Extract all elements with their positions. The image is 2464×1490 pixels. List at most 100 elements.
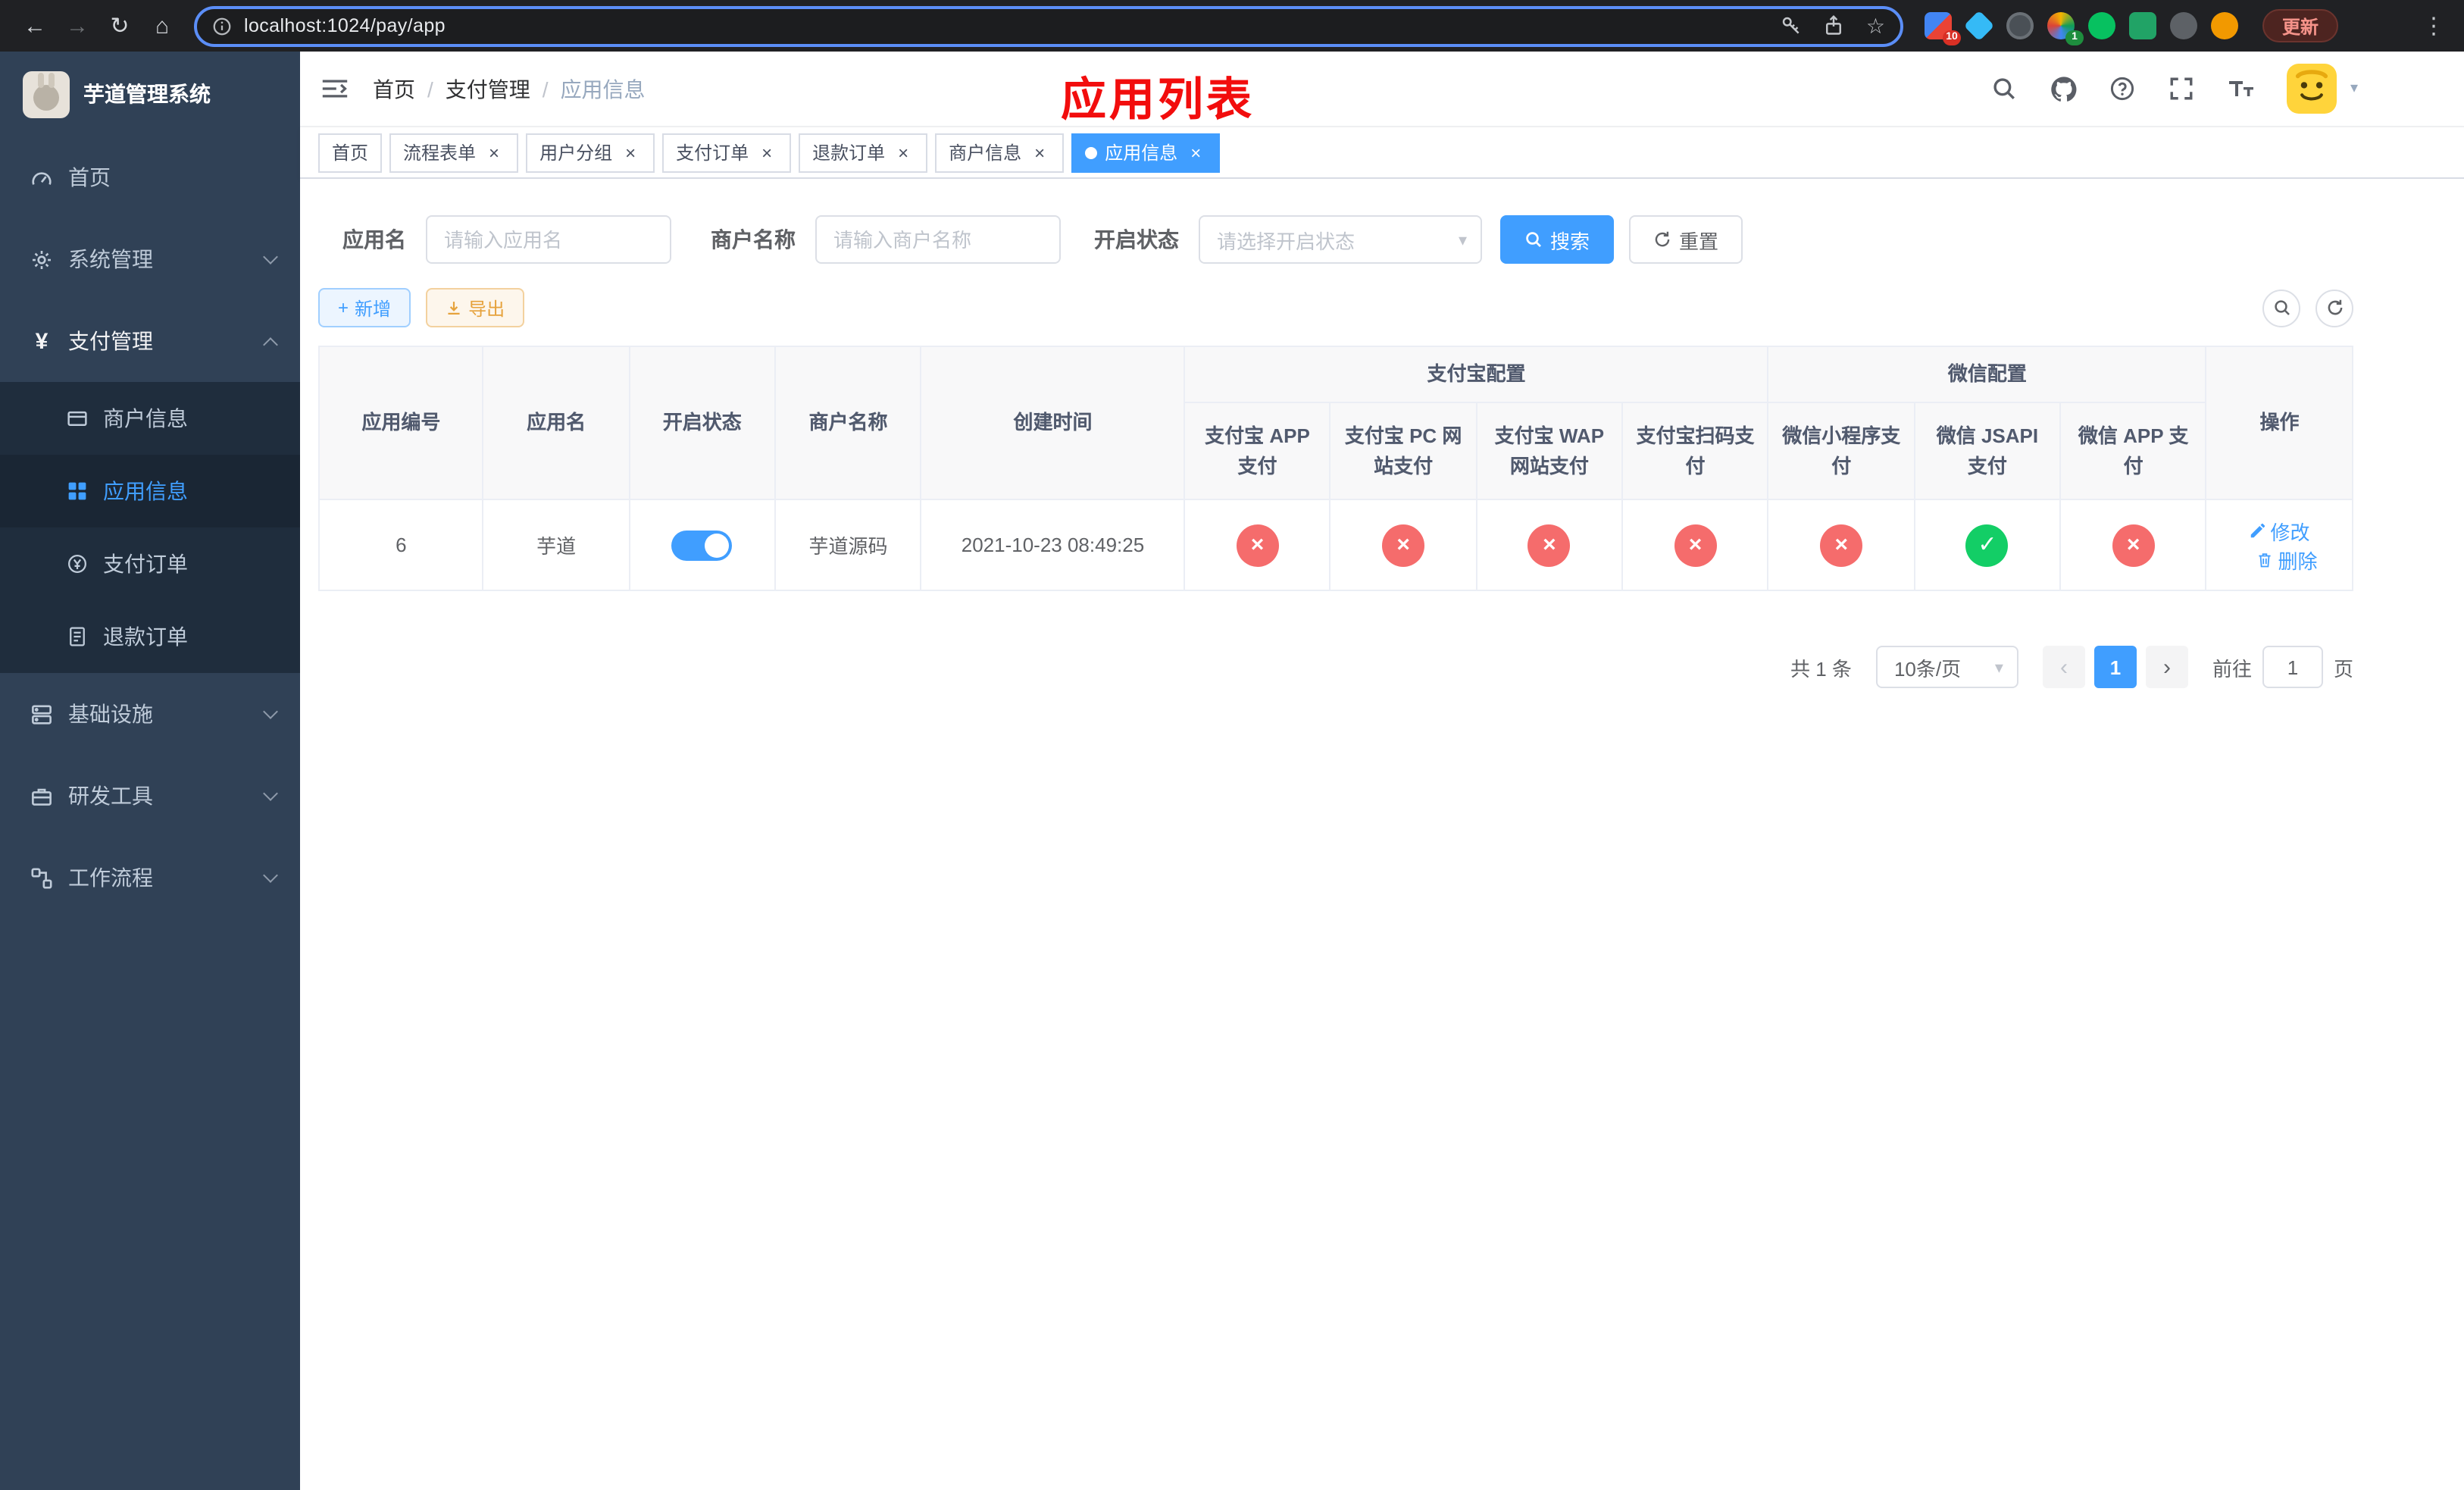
app-table: 应用编号 应用名 开启状态 商户名称 创建时间 支付宝配置 微信配置 操作 支付… [317, 346, 2353, 591]
header-search-icon[interactable] [1991, 75, 2018, 102]
sidebar-item-system[interactable]: 系统管理 [0, 218, 300, 300]
reset-button[interactable]: 重置 [1629, 215, 1743, 264]
sidebar-item-label: 支付管理 [68, 329, 153, 353]
bookmark-star-icon[interactable]: ☆ [1866, 13, 1885, 39]
status-select[interactable]: 请选择开启状态 ▾ [1199, 215, 1482, 264]
tab-home[interactable]: 首页 [318, 133, 383, 172]
site-info-icon[interactable] [212, 16, 232, 36]
alipay-wap-status-icon: × [1527, 524, 1571, 566]
cell-merchant: 芋道源码 [774, 499, 922, 591]
merchant-name-input[interactable] [815, 215, 1061, 264]
user-avatar[interactable] [2286, 64, 2337, 114]
extension-icon-avatar[interactable]: 1 [2047, 12, 2084, 45]
tab-close-icon[interactable]: × [483, 142, 505, 163]
tab-merchant-info[interactable]: 商户信息 × [935, 133, 1065, 172]
breadcrumb-home[interactable]: 首页 [373, 74, 415, 104]
export-button[interactable]: 导出 [426, 288, 525, 327]
add-button[interactable]: + 新增 [318, 288, 411, 327]
browser-reload-button[interactable]: ↻ [100, 6, 139, 45]
top-navbar: 首页 / 支付管理 / 应用信息 ▾ [300, 52, 2464, 127]
url-text[interactable]: localhost:1024/pay/app [244, 15, 1760, 36]
sidebar-toggle-button[interactable] [300, 52, 370, 126]
grid-icon [68, 482, 86, 500]
browser-home-button[interactable]: ⌂ [142, 6, 182, 45]
sidebar-item-order[interactable]: 支付订单 [0, 527, 300, 600]
address-bar[interactable]: localhost:1024/pay/app ☆ [194, 5, 1903, 46]
cell-status [628, 499, 777, 591]
tab-pay-order[interactable]: 支付订单 × [662, 133, 792, 172]
logo-image [23, 70, 70, 117]
sidebar-item-pay[interactable]: ¥ 支付管理 [0, 300, 300, 382]
sidebar-item-refund[interactable]: 退款订单 [0, 600, 300, 673]
tab-process-form[interactable]: 流程表单 × [389, 133, 519, 172]
tab-app-info[interactable]: 应用信息 × [1071, 133, 1221, 172]
fullscreen-icon[interactable] [2169, 75, 2196, 102]
goto-page-input[interactable] [2262, 646, 2323, 688]
status-toggle[interactable] [671, 530, 733, 560]
extension-icon-wechat[interactable] [2088, 12, 2115, 39]
group-wechat-config: 微信配置 [1767, 346, 2207, 403]
col-wx-jsapi: 微信 JSAPI 支付 [1913, 402, 2062, 500]
sidebar-item-workflow[interactable]: 工作流程 [0, 837, 300, 919]
sidebar-item-label: 工作流程 [68, 866, 153, 890]
edit-button[interactable]: 修改 [2249, 516, 2310, 545]
prev-page-button[interactable]: ‹ [2042, 646, 2085, 688]
extension-icon-puzzle[interactable] [2170, 12, 2197, 39]
tab-user-group[interactable]: 用户分组 × [526, 133, 655, 172]
tab-close-icon[interactable]: × [1029, 142, 1050, 163]
chevron-up-icon [263, 337, 278, 352]
col-alipay-pc: 支付宝 PC 网站支付 [1329, 402, 1477, 500]
refresh-table-button[interactable] [2315, 289, 2353, 327]
app-name-input[interactable] [426, 215, 671, 264]
tab-close-icon[interactable]: × [620, 142, 641, 163]
workflow-icon [31, 867, 52, 888]
extension-icon-note[interactable] [2129, 12, 2156, 39]
browser-forward-button[interactable]: → [58, 6, 97, 45]
browser-menu-icon[interactable]: ⋮ [2419, 12, 2449, 39]
breadcrumb-pay[interactable]: 支付管理 [446, 74, 530, 104]
sidebar-item-dev[interactable]: 研发工具 [0, 755, 300, 837]
card-icon [67, 411, 87, 426]
goto-suffix: 页 [2333, 657, 2353, 680]
extension-icon-face[interactable] [2211, 12, 2238, 39]
toolbar-right [2262, 289, 2353, 327]
sidebar-item-infra[interactable]: 基础设施 [0, 673, 300, 755]
page-number-1[interactable]: 1 [2093, 646, 2137, 688]
extension-icon-globe[interactable] [2006, 12, 2034, 39]
wechat-app-status-icon: × [2112, 524, 2155, 566]
sidebar-item-merchant[interactable]: 商户信息 [0, 382, 300, 455]
tab-label: 首页 [332, 142, 369, 164]
password-key-icon[interactable] [1781, 15, 1803, 36]
browser-chrome: ← → ↻ ⌂ localhost:1024/pay/app ☆ 10 1 更新… [0, 0, 2464, 52]
sidebar-item-app[interactable]: 应用信息 [0, 455, 300, 527]
delete-button[interactable]: 删除 [2256, 545, 2318, 574]
sidebar-item-label: 系统管理 [68, 247, 153, 271]
extension-icon-grid[interactable]: 10 [1925, 12, 1961, 45]
avatar-caret-icon[interactable]: ▾ [2350, 80, 2358, 97]
tab-close-icon[interactable]: × [1185, 142, 1206, 163]
font-size-icon[interactable] [2228, 75, 2255, 102]
extension-icon-diamond[interactable] [1963, 10, 1995, 42]
search-button[interactable]: 搜索 [1500, 215, 1615, 264]
tab-label: 用户分组 [539, 142, 613, 164]
sidebar-item-home[interactable]: 首页 [0, 136, 300, 218]
browser-update-button[interactable]: 更新 [2262, 9, 2339, 42]
sidebar-item-label: 支付订单 [103, 552, 188, 576]
active-tab-dot [1085, 146, 1098, 158]
navbar-actions: ▾ [1991, 64, 2464, 114]
tab-close-icon[interactable]: × [756, 142, 777, 163]
toggle-search-button[interactable] [2262, 289, 2300, 327]
tab-close-icon[interactable]: × [893, 142, 914, 163]
tab-refund-order[interactable]: 退款订单 × [799, 133, 928, 172]
share-icon[interactable] [1824, 15, 1845, 36]
github-icon[interactable] [2050, 75, 2078, 102]
next-page-button[interactable]: › [2145, 646, 2188, 688]
table-group-header-row: 应用编号 应用名 开启状态 商户名称 创建时间 支付宝配置 微信配置 操作 [317, 346, 2353, 500]
tab-label: 退款订单 [812, 142, 886, 164]
page-size-select[interactable]: 10条/页 ▾ [1875, 646, 2018, 688]
browser-back-button[interactable]: ← [15, 6, 55, 45]
help-icon[interactable] [2109, 75, 2137, 102]
gear-icon [33, 250, 51, 268]
search-icon [2274, 300, 2289, 315]
extension-badge: 1 [2065, 30, 2084, 45]
